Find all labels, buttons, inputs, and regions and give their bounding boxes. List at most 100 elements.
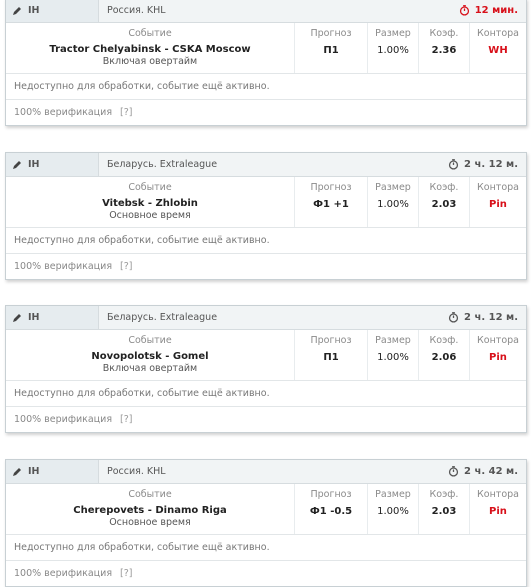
bookmaker-value[interactable]: Pin [489,506,507,517]
prediction-value: Ф1 +1 [313,199,349,210]
prediction-label: Прогноз [310,335,352,346]
verification-text: 100% верификация [14,261,113,272]
event-note: Основное время [109,517,191,528]
verification-row: 100% верификация [?] [6,100,526,125]
prediction-value: Ф1 -0.5 [309,506,353,517]
coef-column: Коэф. 2.36 [419,23,470,73]
tip-header: IH Россия. KHL 2 ч. 42 м. [6,460,526,484]
size-label: Размер [375,335,411,346]
prediction-value: П1 [323,352,339,363]
bookmaker-column: Контора Pin [470,330,526,380]
pencil-icon [13,467,21,476]
size-label: Размер [375,28,411,39]
coef-label: Коэф. [429,489,459,500]
sport-badge: IH [6,0,99,22]
bookmaker-value[interactable]: WH [488,45,507,56]
time-remaining: 12 мин. [458,0,526,22]
verification-row: 100% верификация [?] [6,254,526,279]
bookmaker-label: Контора [477,335,519,346]
event-label: Событие [128,182,172,193]
stopwatch-icon [459,5,469,16]
sport-code: IH [28,466,40,477]
coef-value: 2.06 [431,352,457,363]
event-note: Основное время [109,210,191,221]
size-value: 1.00% [377,199,409,210]
bookmaker-value[interactable]: Pin [489,352,507,363]
event-column: Событие Tractor Chelyabinsk - CSKA Mosco… [6,23,295,73]
verification-text: 100% верификация [14,414,113,425]
verification-row: 100% верификация [?] [6,407,526,432]
tip-card: IH Россия. KHL 2 ч. 42 м. Событие Cherep… [5,459,527,587]
bookmaker-label: Контора [477,489,519,500]
sport-badge: IH [6,153,99,176]
event-note: Включая овертайм [102,363,198,374]
tip-card: IH Россия. KHL 12 мин. Событие Tractor C… [5,0,527,126]
coef-label: Коэф. [429,182,459,193]
verification-help-link[interactable]: [?] [120,414,132,425]
prediction-value: П1 [323,45,339,56]
unavailable-note: Недоступно для обработки, событие ещё ак… [6,228,526,254]
verification-help-link[interactable]: [?] [120,107,132,118]
bookmaker-column: Контора Pin [470,177,526,227]
event-label: Событие [128,335,172,346]
size-column: Размер 1.00% [368,23,419,73]
league-name: Беларусь. Extraleague [99,153,449,176]
event-label: Событие [128,489,172,500]
verification-text: 100% верификация [14,568,113,579]
size-column: Размер 1.00% [368,484,419,534]
prediction-column: Прогноз П1 [295,330,368,380]
prediction-column: Прогноз П1 [295,23,368,73]
size-column: Размер 1.00% [368,330,419,380]
bookmaker-label: Контора [477,28,519,39]
prediction-label: Прогноз [310,28,352,39]
event-column: Событие Vitebsk - Zhlobin Основное время [6,177,295,227]
verification-row: 100% верификация [?] [6,561,526,586]
coef-column: Коэф. 2.06 [419,330,470,380]
bookmaker-column: Контора WH [470,23,526,73]
unavailable-note: Недоступно для обработки, событие ещё ак… [6,381,526,407]
time-remaining: 2 ч. 42 м. [448,460,526,483]
league-name: Россия. KHL [99,460,449,483]
coef-value: 2.03 [431,506,457,517]
pencil-icon [13,6,21,15]
pencil-icon [13,160,21,169]
unavailable-note: Недоступно для обработки, событие ещё ак… [6,74,526,100]
size-value: 1.00% [377,45,409,56]
verification-help-link[interactable]: [?] [120,261,132,272]
event-name: Cherepovets - Dinamo Riga [73,505,227,516]
league-name: Россия. KHL [99,0,459,22]
coef-column: Коэф. 2.03 [419,484,470,534]
pencil-icon [13,313,21,322]
time-remaining: 2 ч. 12 м. [448,306,526,329]
verification-text: 100% верификация [14,107,113,118]
stopwatch-icon [448,312,459,323]
prediction-column: Прогноз Ф1 -0.5 [295,484,368,534]
event-name: Vitebsk - Zhlobin [102,198,198,209]
time-value: 2 ч. 12 м. [464,159,518,170]
tip-details: Событие Novopolotsk - Gomel Включая овер… [6,330,526,381]
size-label: Размер [375,489,411,500]
sport-badge: IH [6,460,99,483]
bookmaker-column: Контора Pin [470,484,526,534]
coef-value: 2.36 [431,45,457,56]
time-value: 2 ч. 12 м. [464,312,518,323]
time-value: 2 ч. 42 м. [464,466,518,477]
tip-details: Событие Vitebsk - Zhlobin Основное время… [6,177,526,228]
event-note: Включая овертайм [102,56,198,67]
size-value: 1.00% [377,506,409,517]
league-name: Беларусь. Extraleague [99,306,449,329]
coef-label: Коэф. [429,28,459,39]
coef-label: Коэф. [429,335,459,346]
tip-header: IH Беларусь. Extraleague 2 ч. 12 м. [6,153,526,177]
bookmaker-value[interactable]: Pin [489,199,507,210]
bookmaker-label: Контора [477,182,519,193]
event-column: Событие Cherepovets - Dinamo Riga Основн… [6,484,295,534]
sport-code: IH [28,159,40,170]
sport-code: IH [28,312,40,323]
event-name: Tractor Chelyabinsk - CSKA Moscow [49,44,251,55]
verification-help-link[interactable]: [?] [120,568,132,579]
stopwatch-icon [448,466,459,477]
time-value: 12 мин. [474,5,518,16]
tip-card: IH Беларусь. Extraleague 2 ч. 12 м. Собы… [5,305,527,433]
tip-header: IH Беларусь. Extraleague 2 ч. 12 м. [6,306,526,330]
